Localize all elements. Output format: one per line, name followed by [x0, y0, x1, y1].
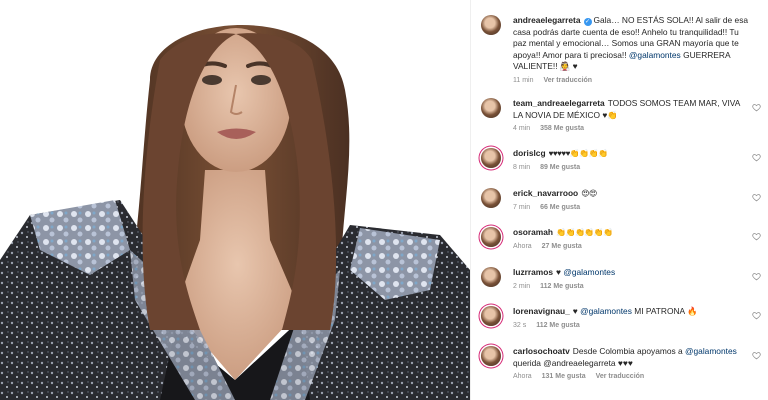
comment-body: erick_navarrooo 😍😍 7 min 66 Me gusta	[513, 188, 749, 211]
comment-time[interactable]: 2 min	[513, 283, 530, 290]
comment-body: luzrramos ♥ @galamontes 2 min 112 Me gust…	[513, 267, 749, 290]
comment-username[interactable]: carlosochoatv	[513, 346, 570, 356]
comment-meta: Ahora 27 Me gusta	[513, 243, 749, 250]
caption-time[interactable]: 11 min	[513, 77, 534, 84]
verified-badge-icon: ✓	[583, 18, 592, 26]
comment-text: carlosochoatv Desde Colombia apoyamos a @…	[513, 346, 749, 369]
avatar[interactable]	[481, 227, 501, 247]
comments-panel: andreaelegarreta ✓ Gala… NO ESTÁS SOLA!! A…	[470, 0, 768, 400]
avatar[interactable]	[481, 15, 501, 35]
comment-username[interactable]: team_andreaelegarreta	[513, 98, 605, 108]
comment-time[interactable]: 4 min	[513, 125, 530, 132]
comment-text: luzrramos ♥ @galamontes	[513, 267, 749, 279]
caption-mention[interactable]: @galamontes	[629, 50, 681, 60]
translate-link[interactable]: Ver traducción	[543, 77, 592, 84]
avatar[interactable]	[481, 267, 501, 287]
avatar[interactable]	[481, 148, 501, 168]
comment-time[interactable]: 8 min	[513, 164, 530, 171]
comment-content: 😍😍	[581, 189, 597, 198]
avatar[interactable]	[481, 306, 501, 326]
comment-mention[interactable]: @galamontes	[685, 346, 737, 356]
comment-content-after: MI PATRONA 🔥	[631, 306, 698, 316]
avatar[interactable]	[481, 188, 501, 208]
avatar[interactable]	[481, 346, 501, 366]
post-photo[interactable]	[0, 0, 470, 400]
heart-outline-icon[interactable]	[752, 103, 761, 112]
comment-likes[interactable]: 131 Me gusta	[542, 373, 586, 380]
comment-username[interactable]: lorenavignau_	[513, 306, 570, 316]
comment-body: carlosochoatv Desde Colombia apoyamos a @…	[513, 346, 749, 380]
comment-mention[interactable]: @galamontes	[563, 267, 615, 277]
comment-content: ♥	[572, 306, 581, 316]
comment-meta: 32 s 112 Me gusta	[513, 322, 749, 329]
translate-link[interactable]: Ver traducción	[596, 373, 645, 380]
comment-meta: 7 min 66 Me gusta	[513, 204, 749, 211]
comment-likes[interactable]: 66 Me gusta	[540, 204, 580, 211]
avatar[interactable]	[481, 98, 501, 118]
heart-outline-icon[interactable]	[752, 272, 761, 281]
caption-body: andreaelegarreta ✓ Gala… NO ESTÁS SOLA!! A…	[513, 15, 749, 84]
comment-meta: 2 min 112 Me gusta	[513, 283, 749, 290]
heart-outline-icon[interactable]	[752, 311, 761, 320]
heart-outline-icon[interactable]	[752, 153, 761, 162]
comment-body: team_andreaelegarreta TODOS SOMOS TEAM MA…	[513, 98, 749, 132]
heart-outline-icon[interactable]	[752, 193, 761, 202]
comment-time[interactable]: 7 min	[513, 204, 530, 211]
comment-content: 👏👏👏👏👏👏	[556, 228, 613, 237]
comment-meta: 4 min 358 Me gusta	[513, 125, 749, 132]
comment-username[interactable]: osoramah	[513, 227, 553, 237]
comment-body: osoramah 👏👏👏👏👏👏 Ahora 27 Me gusta	[513, 227, 749, 250]
caption-username[interactable]: andreaelegarreta	[513, 15, 581, 25]
comment-meta: 8 min 89 Me gusta	[513, 164, 749, 171]
heart-outline-icon[interactable]	[752, 351, 761, 360]
comment-text: team_andreaelegarreta TODOS SOMOS TEAM MA…	[513, 98, 749, 121]
comment-body: lorenavignau_ ♥ @galamontes MI PATRONA 🔥 …	[513, 306, 749, 329]
comment-text: dorislcg ♥♥♥♥♥👏👏👏👏	[513, 148, 749, 160]
comment-username[interactable]: luzrramos	[513, 267, 553, 277]
heart-outline-icon[interactable]	[752, 232, 761, 241]
comment-likes[interactable]: 112 Me gusta	[540, 283, 584, 290]
comment-username[interactable]: dorislcg	[513, 148, 546, 158]
comment-body: dorislcg ♥♥♥♥♥👏👏👏👏 8 min 89 Me gusta	[513, 148, 749, 171]
caption-text: andreaelegarreta ✓ Gala… NO ESTÁS SOLA!! A…	[513, 15, 749, 73]
comment-likes[interactable]: 89 Me gusta	[540, 164, 580, 171]
comment-text: erick_navarrooo 😍😍	[513, 188, 749, 200]
comment-likes[interactable]: 358 Me gusta	[540, 125, 584, 132]
comment-username[interactable]: erick_navarrooo	[513, 188, 578, 198]
comment-mention[interactable]: @galamontes	[580, 306, 632, 316]
comment-time[interactable]: Ahora	[513, 373, 532, 380]
comment-text: lorenavignau_ ♥ @galamontes MI PATRONA 🔥	[513, 306, 749, 318]
comment-meta: Ahora 131 Me gusta Ver traducción	[513, 373, 749, 380]
comment-text: osoramah 👏👏👏👏👏👏	[513, 227, 749, 239]
comment-content-after: querida @andreaelegarreta ♥♥♥	[513, 357, 633, 368]
comment-time[interactable]: Ahora	[513, 243, 532, 250]
comment-content: Desde Colombia apoyamos a	[572, 346, 685, 356]
comment-content: ♥♥♥♥♥👏👏👏👏	[548, 149, 609, 158]
comment-time[interactable]: 32 s	[513, 322, 526, 329]
woman-portrait-image	[0, 25, 470, 400]
comment-likes[interactable]: 27 Me gusta	[542, 243, 582, 250]
comment-likes[interactable]: 112 Me gusta	[536, 322, 580, 329]
caption-meta: 11 min Ver traducción	[513, 77, 749, 84]
